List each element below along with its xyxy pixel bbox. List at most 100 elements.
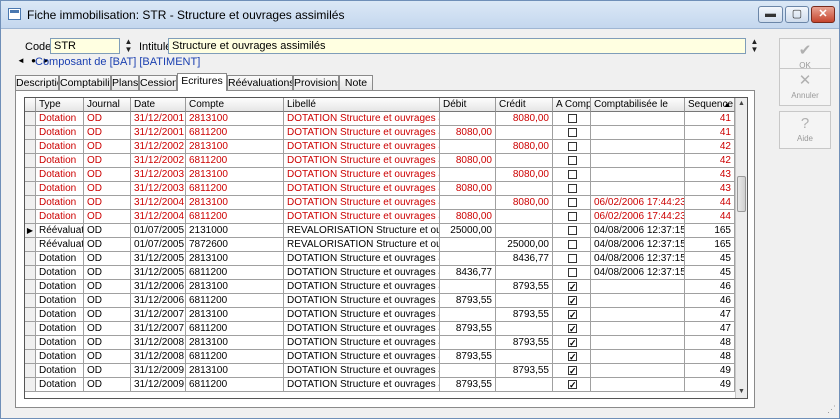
annuler-button[interactable]: ✕ Annuler: [779, 68, 831, 106]
column-debit[interactable]: Débit: [440, 98, 496, 112]
checkbox-unchecked[interactable]: [568, 212, 577, 221]
spin-down-icon[interactable]: ▼: [749, 46, 760, 54]
table-row[interactable]: ▶RéévaluationOD01/07/20052131000REVALORI…: [25, 224, 735, 238]
row-selector[interactable]: [25, 322, 36, 336]
scroll-up-icon[interactable]: ▲: [736, 98, 747, 110]
tab-ecritures[interactable]: Ecritures: [177, 73, 227, 91]
spin-down-icon[interactable]: ▼: [123, 46, 134, 54]
column-libelle[interactable]: Libellé: [284, 98, 440, 112]
row-selector[interactable]: [25, 252, 36, 266]
aide-button[interactable]: ? Aide: [779, 111, 831, 149]
table-row[interactable]: Dotation OD 31/12/2009 2813100 DOTATION Stru…: [25, 364, 735, 378]
table-row[interactable]: Dotation OD 31/12/2001 2813100 DOTATION Stru…: [25, 112, 735, 126]
table-row[interactable]: Dotation OD 31/12/2005 2813100 DOTATION Stru…: [25, 252, 735, 266]
row-selector[interactable]: [25, 196, 36, 210]
table-row[interactable]: Dotation OD 31/12/2007 2813100 DOTATION Stru…: [25, 308, 735, 322]
code-input[interactable]: STR: [50, 38, 120, 54]
column-compte[interactable]: Compte: [186, 98, 284, 112]
row-selector[interactable]: [25, 238, 36, 252]
table-row[interactable]: Dotation OD 31/12/2005 6811200 DOTATION Stru…: [25, 266, 735, 280]
table-row[interactable]: Dotation OD 31/12/2003 6811200 DOTATION Stru…: [25, 182, 735, 196]
table-row[interactable]: Dotation OD 31/12/2007 6811200 DOTATION Stru…: [25, 322, 735, 336]
scroll-down-icon[interactable]: ▼: [736, 386, 747, 398]
cell-debit: [440, 364, 496, 378]
window-title: Fiche immobilisation: STR - Structure et…: [27, 8, 345, 22]
table-row[interactable]: Dotation OD 31/12/2006 2813100 DOTATION Stru…: [25, 280, 735, 294]
table-row[interactable]: Dotation OD 31/12/2006 6811200 DOTATION Stru…: [25, 294, 735, 308]
tab-plans[interactable]: Plans: [111, 75, 139, 90]
checkbox-checked[interactable]: ✓: [568, 324, 577, 334]
column-journal[interactable]: Journal: [84, 98, 131, 112]
row-selector[interactable]: [25, 308, 36, 322]
tab-note[interactable]: Note: [339, 75, 373, 90]
checkbox-unchecked[interactable]: [568, 128, 577, 137]
checkbox-unchecked[interactable]: [568, 142, 577, 151]
checkbox-checked[interactable]: ✓: [568, 282, 577, 292]
row-selector[interactable]: [25, 294, 36, 308]
table-row[interactable]: Dotation OD 31/12/2009 6811200 DOTATION Stru…: [25, 378, 735, 392]
row-selector[interactable]: [25, 168, 36, 182]
table-row[interactable]: Dotation OD 31/12/2004 6811200 DOTATION Stru…: [25, 210, 735, 224]
checkbox-unchecked[interactable]: [568, 240, 577, 249]
table-row[interactable]: Dotation OD 31/12/2001 6811200 DOTATION Stru…: [25, 126, 735, 140]
row-selector[interactable]: [25, 210, 36, 224]
table-row[interactable]: RéévaluationOD01/07/20057872600REVALORIS…: [25, 238, 735, 252]
checkbox-checked[interactable]: ✓: [568, 310, 577, 320]
checkbox-unchecked[interactable]: [568, 184, 577, 193]
table-row[interactable]: Dotation OD 31/12/2008 2813100 DOTATION Stru…: [25, 336, 735, 350]
column-credit[interactable]: Crédit: [496, 98, 553, 112]
title-bar[interactable]: Fiche immobilisation: STR - Structure et…: [1, 1, 839, 29]
row-selector[interactable]: [25, 154, 36, 168]
row-selector[interactable]: [25, 112, 36, 126]
scroll-thumb[interactable]: [737, 176, 746, 212]
tab-reevaluations[interactable]: Réévaluations: [227, 75, 293, 90]
row-selector[interactable]: ▶: [25, 224, 36, 238]
checkbox-unchecked[interactable]: [568, 254, 577, 263]
table-row[interactable]: Dotation OD 31/12/2008 6811200 DOTATION Stru…: [25, 350, 735, 364]
checkbox-unchecked[interactable]: [568, 114, 577, 123]
checkbox-checked[interactable]: ✓: [568, 338, 577, 348]
composant-link[interactable]: Composant de [BAT] [BATIMENT]: [35, 56, 200, 68]
tab-description[interactable]: Description: [15, 75, 59, 90]
row-selector[interactable]: [25, 140, 36, 154]
table-row[interactable]: Dotation OD 31/12/2002 6811200 DOTATION Stru…: [25, 154, 735, 168]
row-selector[interactable]: [25, 126, 36, 140]
checkbox-checked[interactable]: ✓: [568, 366, 577, 376]
column-type[interactable]: Type: [36, 98, 84, 112]
checkbox-unchecked[interactable]: [568, 268, 577, 277]
checkbox-checked[interactable]: ✓: [568, 380, 577, 390]
checkbox-unchecked[interactable]: [568, 170, 577, 179]
table-row[interactable]: Dotation OD 31/12/2003 2813100 DOTATION Stru…: [25, 168, 735, 182]
row-selector[interactable]: [25, 280, 36, 294]
tab-comptabilite[interactable]: Comptabilité: [59, 75, 111, 90]
column-sequence[interactable]: Sequence ▲: [685, 98, 735, 112]
table-row[interactable]: Dotation OD 31/12/2002 2813100 DOTATION Stru…: [25, 140, 735, 154]
close-button[interactable]: ✕: [811, 6, 835, 23]
row-selector[interactable]: [25, 364, 36, 378]
column-a-compt[interactable]: A Compt.: [553, 98, 591, 112]
intitule-spinner[interactable]: ▲ ▼: [749, 38, 760, 54]
row-selector[interactable]: [25, 350, 36, 364]
tab-cession[interactable]: Cession: [139, 75, 177, 90]
code-spinner[interactable]: ▲ ▼: [123, 38, 134, 54]
checkbox-unchecked[interactable]: [568, 226, 577, 235]
row-selector[interactable]: [25, 378, 36, 392]
column-comptabilisee-le[interactable]: Comptabilisée le: [591, 98, 685, 112]
column-date[interactable]: Date: [131, 98, 186, 112]
checkbox-checked[interactable]: ✓: [568, 296, 577, 306]
intitule-input[interactable]: Structure et ouvrages assimilés: [168, 38, 746, 54]
resize-grip-icon[interactable]: ⋰: [827, 404, 836, 415]
checkbox-unchecked[interactable]: [568, 198, 577, 207]
tab-provisions[interactable]: Provisions: [293, 75, 339, 90]
row-selector[interactable]: [25, 266, 36, 280]
checkbox-checked[interactable]: ✓: [568, 352, 577, 362]
maximize-button[interactable]: ▢: [785, 6, 809, 23]
checkbox-unchecked[interactable]: [568, 156, 577, 165]
cell-sequence: 43: [685, 182, 735, 196]
row-selector[interactable]: [25, 336, 36, 350]
table-row[interactable]: Dotation OD 31/12/2004 2813100 DOTATION Stru…: [25, 196, 735, 210]
vertical-scrollbar[interactable]: ▲ ▼: [735, 98, 747, 398]
cell-compte: 6811200: [186, 322, 284, 336]
minimize-button[interactable]: ▬: [758, 6, 783, 23]
row-selector[interactable]: [25, 182, 36, 196]
